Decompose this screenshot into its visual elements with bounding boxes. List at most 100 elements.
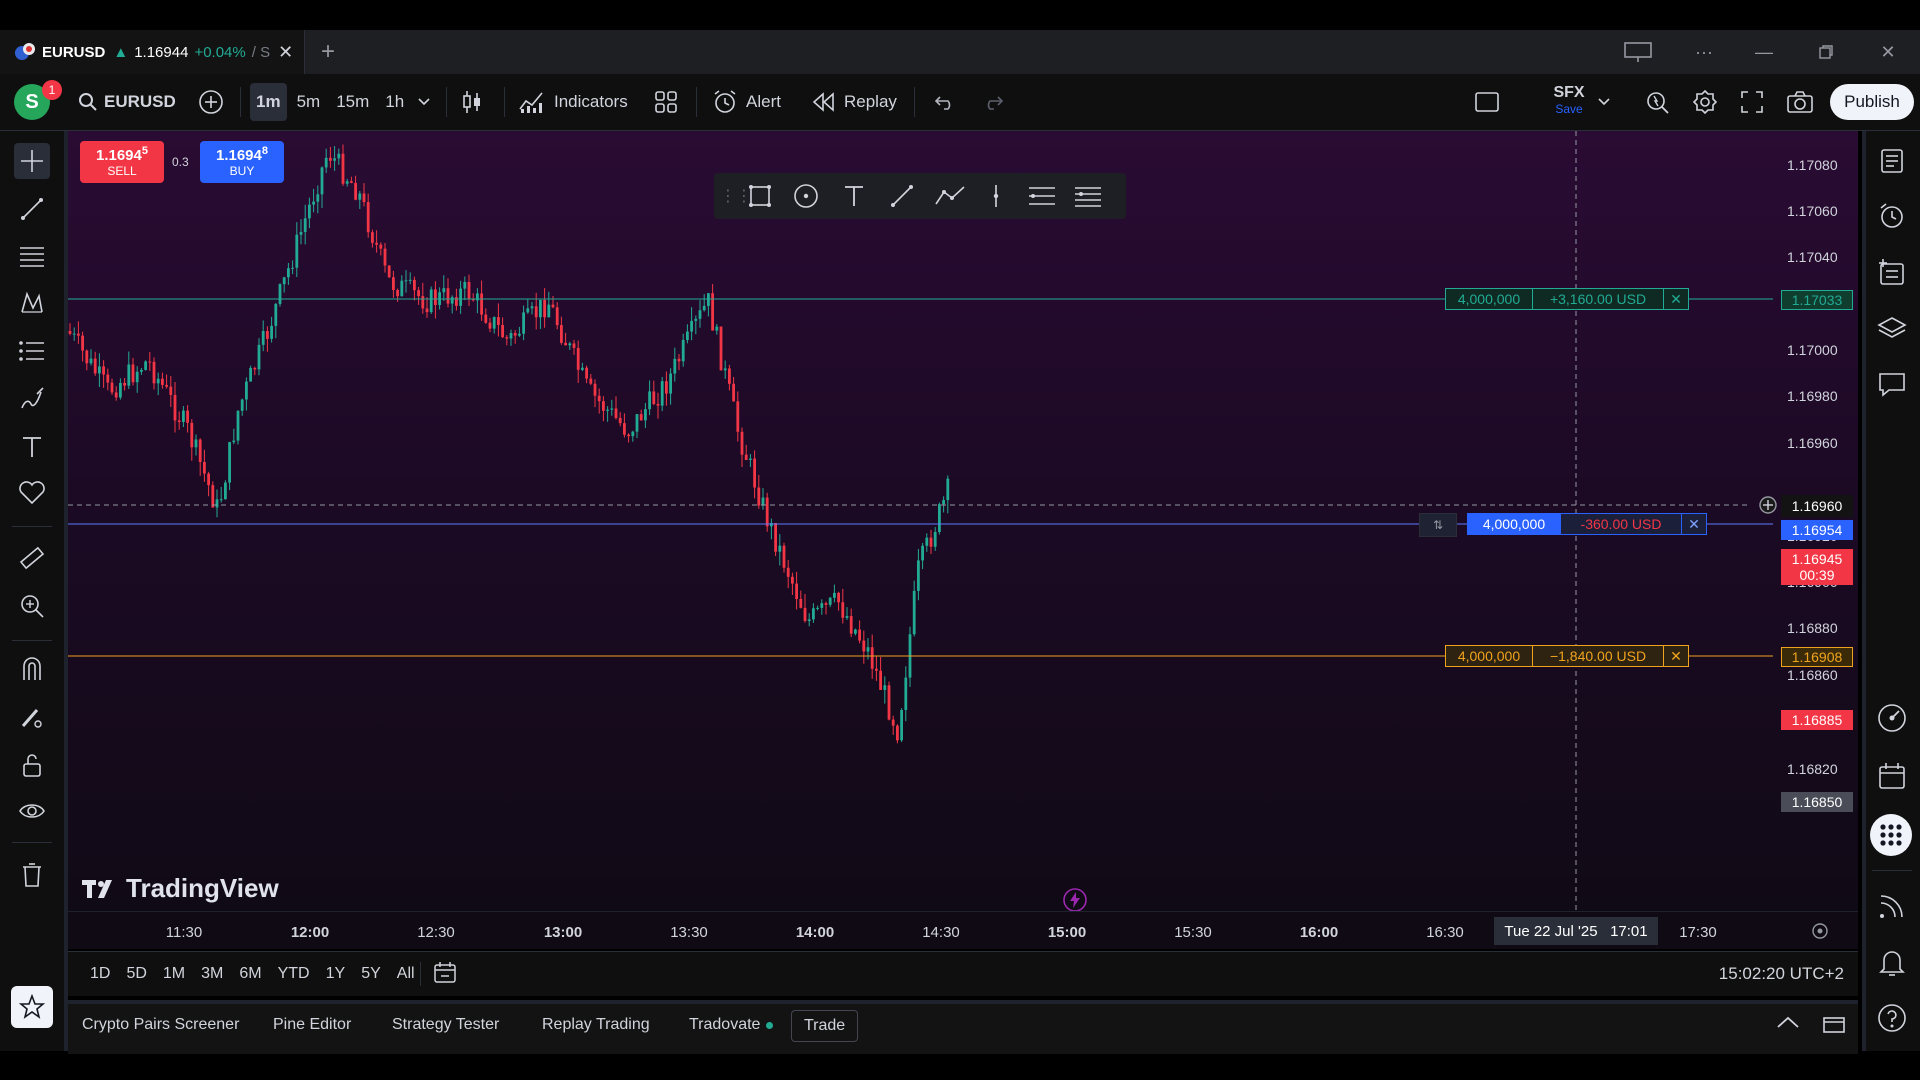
- range-button-5d[interactable]: 5D: [118, 959, 154, 989]
- brush-tool[interactable]: [14, 381, 50, 417]
- text-tool-icon[interactable]: [830, 184, 878, 208]
- chat-button[interactable]: [1872, 364, 1912, 404]
- parallel-channel-tool-icon[interactable]: [1018, 184, 1066, 208]
- zoom-tool[interactable]: [14, 588, 50, 624]
- interval-5m[interactable]: 5m: [291, 83, 327, 121]
- chart-pane[interactable]: 1.170801.170601.170401.170201.170001.169…: [68, 131, 1858, 949]
- fullscreen-button[interactable]: [1740, 74, 1764, 130]
- range-button-1d[interactable]: 1D: [82, 959, 118, 989]
- expand-panel-icon[interactable]: [1776, 1014, 1802, 1036]
- quick-search-button[interactable]: [1644, 74, 1670, 130]
- rectangle-tool-icon[interactable]: [738, 183, 782, 209]
- interval-1m[interactable]: 1m: [250, 83, 287, 121]
- interval-dropdown-icon[interactable]: [412, 83, 436, 121]
- signals-button[interactable]: [1872, 886, 1912, 926]
- tab-replay-trading[interactable]: Replay Trading: [542, 1010, 650, 1040]
- tab-tradovate[interactable]: Tradovate: [689, 1010, 774, 1040]
- remove-drawings-tool[interactable]: [14, 857, 50, 893]
- go-to-date-button[interactable]: [432, 960, 460, 988]
- compare-symbol-button[interactable]: [198, 74, 224, 130]
- close-window-icon[interactable]: ✕: [1870, 36, 1906, 68]
- entry-position[interactable]: 4,000,000 -360.00 USD ✕: [1467, 513, 1707, 535]
- range-button-6m[interactable]: 6M: [231, 959, 269, 989]
- range-button-3m[interactable]: 3M: [193, 959, 231, 989]
- stop-loss-order[interactable]: 4,000,000 −1,840.00 USD ✕: [1445, 645, 1689, 667]
- snapshot-button[interactable]: [1786, 74, 1814, 130]
- chart-type-button[interactable]: [460, 74, 484, 130]
- economic-event-icon[interactable]: [1062, 887, 1088, 913]
- crosshair-tool[interactable]: [14, 143, 50, 179]
- interval-15m[interactable]: 15m: [330, 83, 375, 121]
- text-tool[interactable]: [14, 429, 50, 465]
- circle-tool-icon[interactable]: [782, 182, 830, 210]
- single-layout-button[interactable]: [1474, 74, 1500, 130]
- replay-button[interactable]: Replay: [812, 74, 897, 130]
- interval-1h[interactable]: 1h: [379, 83, 410, 121]
- range-button-5y[interactable]: 5Y: [353, 959, 389, 989]
- symbol-search[interactable]: EURUSD: [78, 74, 176, 130]
- redo-button[interactable]: [982, 74, 1004, 130]
- icons-tool[interactable]: [14, 475, 50, 511]
- lock-drawings-tool[interactable]: [14, 747, 50, 783]
- undo-button[interactable]: [934, 74, 956, 130]
- path-tool-icon[interactable]: [926, 184, 974, 208]
- layout-save-button[interactable]: SFX Save: [1534, 84, 1604, 122]
- tab-crypto-pairs-screener[interactable]: Crypto Pairs Screener: [82, 1010, 239, 1040]
- range-button-ytd[interactable]: YTD: [270, 959, 318, 989]
- prediction-tool[interactable]: [14, 333, 50, 369]
- stay-in-drawing-tool[interactable]: [14, 699, 50, 735]
- buy-button[interactable]: 1.16948 BUY: [200, 141, 284, 183]
- alerts-button[interactable]: [1872, 196, 1912, 236]
- publish-button[interactable]: Publish: [1830, 84, 1914, 120]
- vertical-line-tool-icon[interactable]: [974, 183, 1018, 209]
- maximize-panel-icon[interactable]: [1822, 1014, 1848, 1036]
- close-tab-icon[interactable]: ✕: [278, 42, 293, 63]
- line-tool-icon[interactable]: [878, 183, 926, 209]
- pattern-tool[interactable]: [14, 285, 50, 321]
- fib-retracement-tool-icon[interactable]: [1066, 184, 1110, 208]
- clock-label[interactable]: 15:02:20 UTC+2: [1719, 952, 1844, 996]
- trading-panel-button[interactable]: [1872, 698, 1912, 738]
- candlestick-chart[interactable]: [68, 131, 1858, 949]
- object-tree-button[interactable]: [1872, 252, 1912, 292]
- fib-tool[interactable]: [14, 239, 50, 275]
- take-profit-order[interactable]: 4,000,000 +3,160.00 USD ✕: [1445, 288, 1689, 310]
- sell-button[interactable]: 1.16945 SELL: [80, 141, 164, 183]
- cancel-take-profit-icon[interactable]: ✕: [1664, 288, 1689, 310]
- hide-drawings-tool[interactable]: [14, 793, 50, 829]
- tab-trade[interactable]: Trade: [791, 1010, 859, 1042]
- settings-button[interactable]: [1692, 74, 1718, 130]
- calendar-button[interactable]: [1872, 756, 1912, 796]
- chart-tab[interactable]: EURUSD ▲ 1.16944 +0.04% / S ✕: [0, 30, 305, 74]
- products-button[interactable]: [1870, 814, 1912, 856]
- range-button-1m[interactable]: 1M: [155, 959, 193, 989]
- tab-pine-editor[interactable]: Pine Editor: [273, 1010, 351, 1040]
- magnet-tool[interactable]: [14, 651, 50, 687]
- more-icon[interactable]: ···: [1686, 36, 1722, 68]
- new-tab-icon[interactable]: +: [314, 38, 342, 66]
- drag-handle-icon[interactable]: ⋮⋮: [720, 186, 752, 206]
- indicators-button[interactable]: Indicators: [518, 74, 628, 130]
- crosshair-add-icon[interactable]: [1758, 495, 1778, 515]
- minimize-icon[interactable]: —: [1746, 36, 1782, 68]
- range-button-1y[interactable]: 1Y: [318, 959, 354, 989]
- layout-dropdown-icon[interactable]: [1598, 74, 1610, 130]
- range-button-all[interactable]: All: [389, 959, 423, 989]
- measure-tool[interactable]: [14, 540, 50, 576]
- cancel-stop-loss-icon[interactable]: ✕: [1664, 645, 1689, 667]
- candle-body: [656, 403, 660, 406]
- trend-line-tool[interactable]: [14, 191, 50, 227]
- presentation-icon[interactable]: [1620, 36, 1656, 68]
- restore-icon[interactable]: [1808, 36, 1844, 68]
- help-button[interactable]: [1872, 998, 1912, 1038]
- close-position-icon[interactable]: ✕: [1682, 513, 1707, 535]
- reverse-position-button[interactable]: ⇅: [1419, 513, 1457, 537]
- tab-strategy-tester[interactable]: Strategy Tester: [392, 1010, 499, 1040]
- favorites-button[interactable]: [11, 986, 53, 1028]
- axis-settings-icon[interactable]: [1810, 921, 1830, 941]
- notifications-button[interactable]: [1872, 942, 1912, 982]
- layouts-button[interactable]: [654, 74, 678, 130]
- layers-button[interactable]: [1872, 308, 1912, 348]
- alert-button[interactable]: Alert: [712, 74, 781, 130]
- watchlist-button[interactable]: [1872, 141, 1912, 181]
